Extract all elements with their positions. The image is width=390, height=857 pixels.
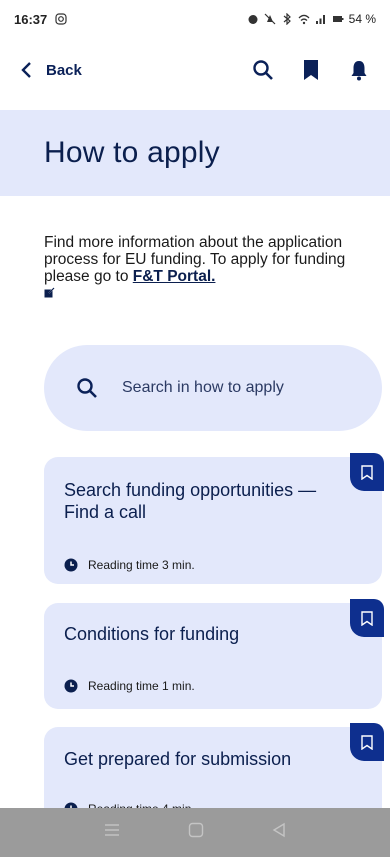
bookmark-icon <box>304 60 318 80</box>
card-title: Conditions for funding <box>64 624 240 644</box>
search-field-icon <box>77 378 97 398</box>
chevron-left-icon <box>21 62 31 78</box>
notifications-button[interactable] <box>346 57 372 83</box>
bookmark-button[interactable] <box>350 723 384 761</box>
back-nav-button[interactable] <box>272 822 286 843</box>
card-meta: Reading time 3 min. <box>64 558 195 572</box>
bookmark-outline-icon <box>361 734 373 750</box>
battery-level: 54 % <box>348 12 376 26</box>
home-button[interactable] <box>188 822 204 843</box>
top-bar: Back <box>0 44 390 96</box>
recents-button[interactable] <box>104 823 120 842</box>
card-conditions-for-funding[interactable]: Conditions for funding Reading time 1 mi… <box>44 599 384 709</box>
clock-icon <box>64 558 78 572</box>
menu-icon <box>105 824 119 836</box>
back-button[interactable]: Back <box>20 61 82 79</box>
home-square-icon <box>188 822 204 838</box>
bookmark-button[interactable] <box>350 453 384 491</box>
status-right: 54 % <box>247 12 376 26</box>
header-band: How to apply <box>0 110 390 196</box>
status-left: 16:37 <box>14 12 67 27</box>
mute-icon <box>264 13 276 25</box>
bell-icon <box>351 61 367 81</box>
intro-text: Find more information about the applicat… <box>44 234 376 302</box>
clock-icon <box>64 679 78 693</box>
card-meta: Reading time 1 min. <box>64 679 195 693</box>
reading-time: Reading time 3 min. <box>88 558 195 572</box>
back-triangle-icon <box>272 822 285 838</box>
back-label: Back <box>46 61 82 79</box>
top-actions <box>250 57 372 83</box>
search-field[interactable] <box>44 345 382 431</box>
bookmark-outline-icon <box>361 610 373 626</box>
external-link-icon <box>44 287 55 298</box>
status-time: 16:37 <box>14 11 48 27</box>
system-nav-bar <box>0 808 390 857</box>
wifi-icon <box>298 14 310 25</box>
bluetooth-icon <box>283 13 291 25</box>
search-icon <box>253 60 273 80</box>
search-button[interactable] <box>250 57 276 83</box>
status-bar: 16:37 54 % <box>0 0 390 38</box>
signal-icon <box>315 15 325 24</box>
alarm-icon <box>248 15 258 24</box>
card-title: Search funding opportunities — Find a ca… <box>64 480 317 522</box>
battery-icon <box>332 16 344 22</box>
search-input[interactable] <box>122 379 342 397</box>
card-find-a-call[interactable]: Search funding opportunities — Find a ca… <box>44 453 384 584</box>
ft-portal-link[interactable]: F&T Portal. <box>133 268 216 285</box>
bookmark-outline-icon <box>361 464 373 480</box>
bookmarks-button[interactable] <box>298 57 324 83</box>
external-link[interactable] <box>44 285 376 302</box>
screen: 16:37 54 % Back How to apply Find more i… <box>0 0 390 857</box>
reading-time: Reading time 1 min. <box>88 679 195 693</box>
instagram-icon <box>55 13 67 25</box>
card-title: Get prepared for submission <box>64 749 292 769</box>
bookmark-button[interactable] <box>350 599 384 637</box>
page-title: How to apply <box>44 136 220 169</box>
